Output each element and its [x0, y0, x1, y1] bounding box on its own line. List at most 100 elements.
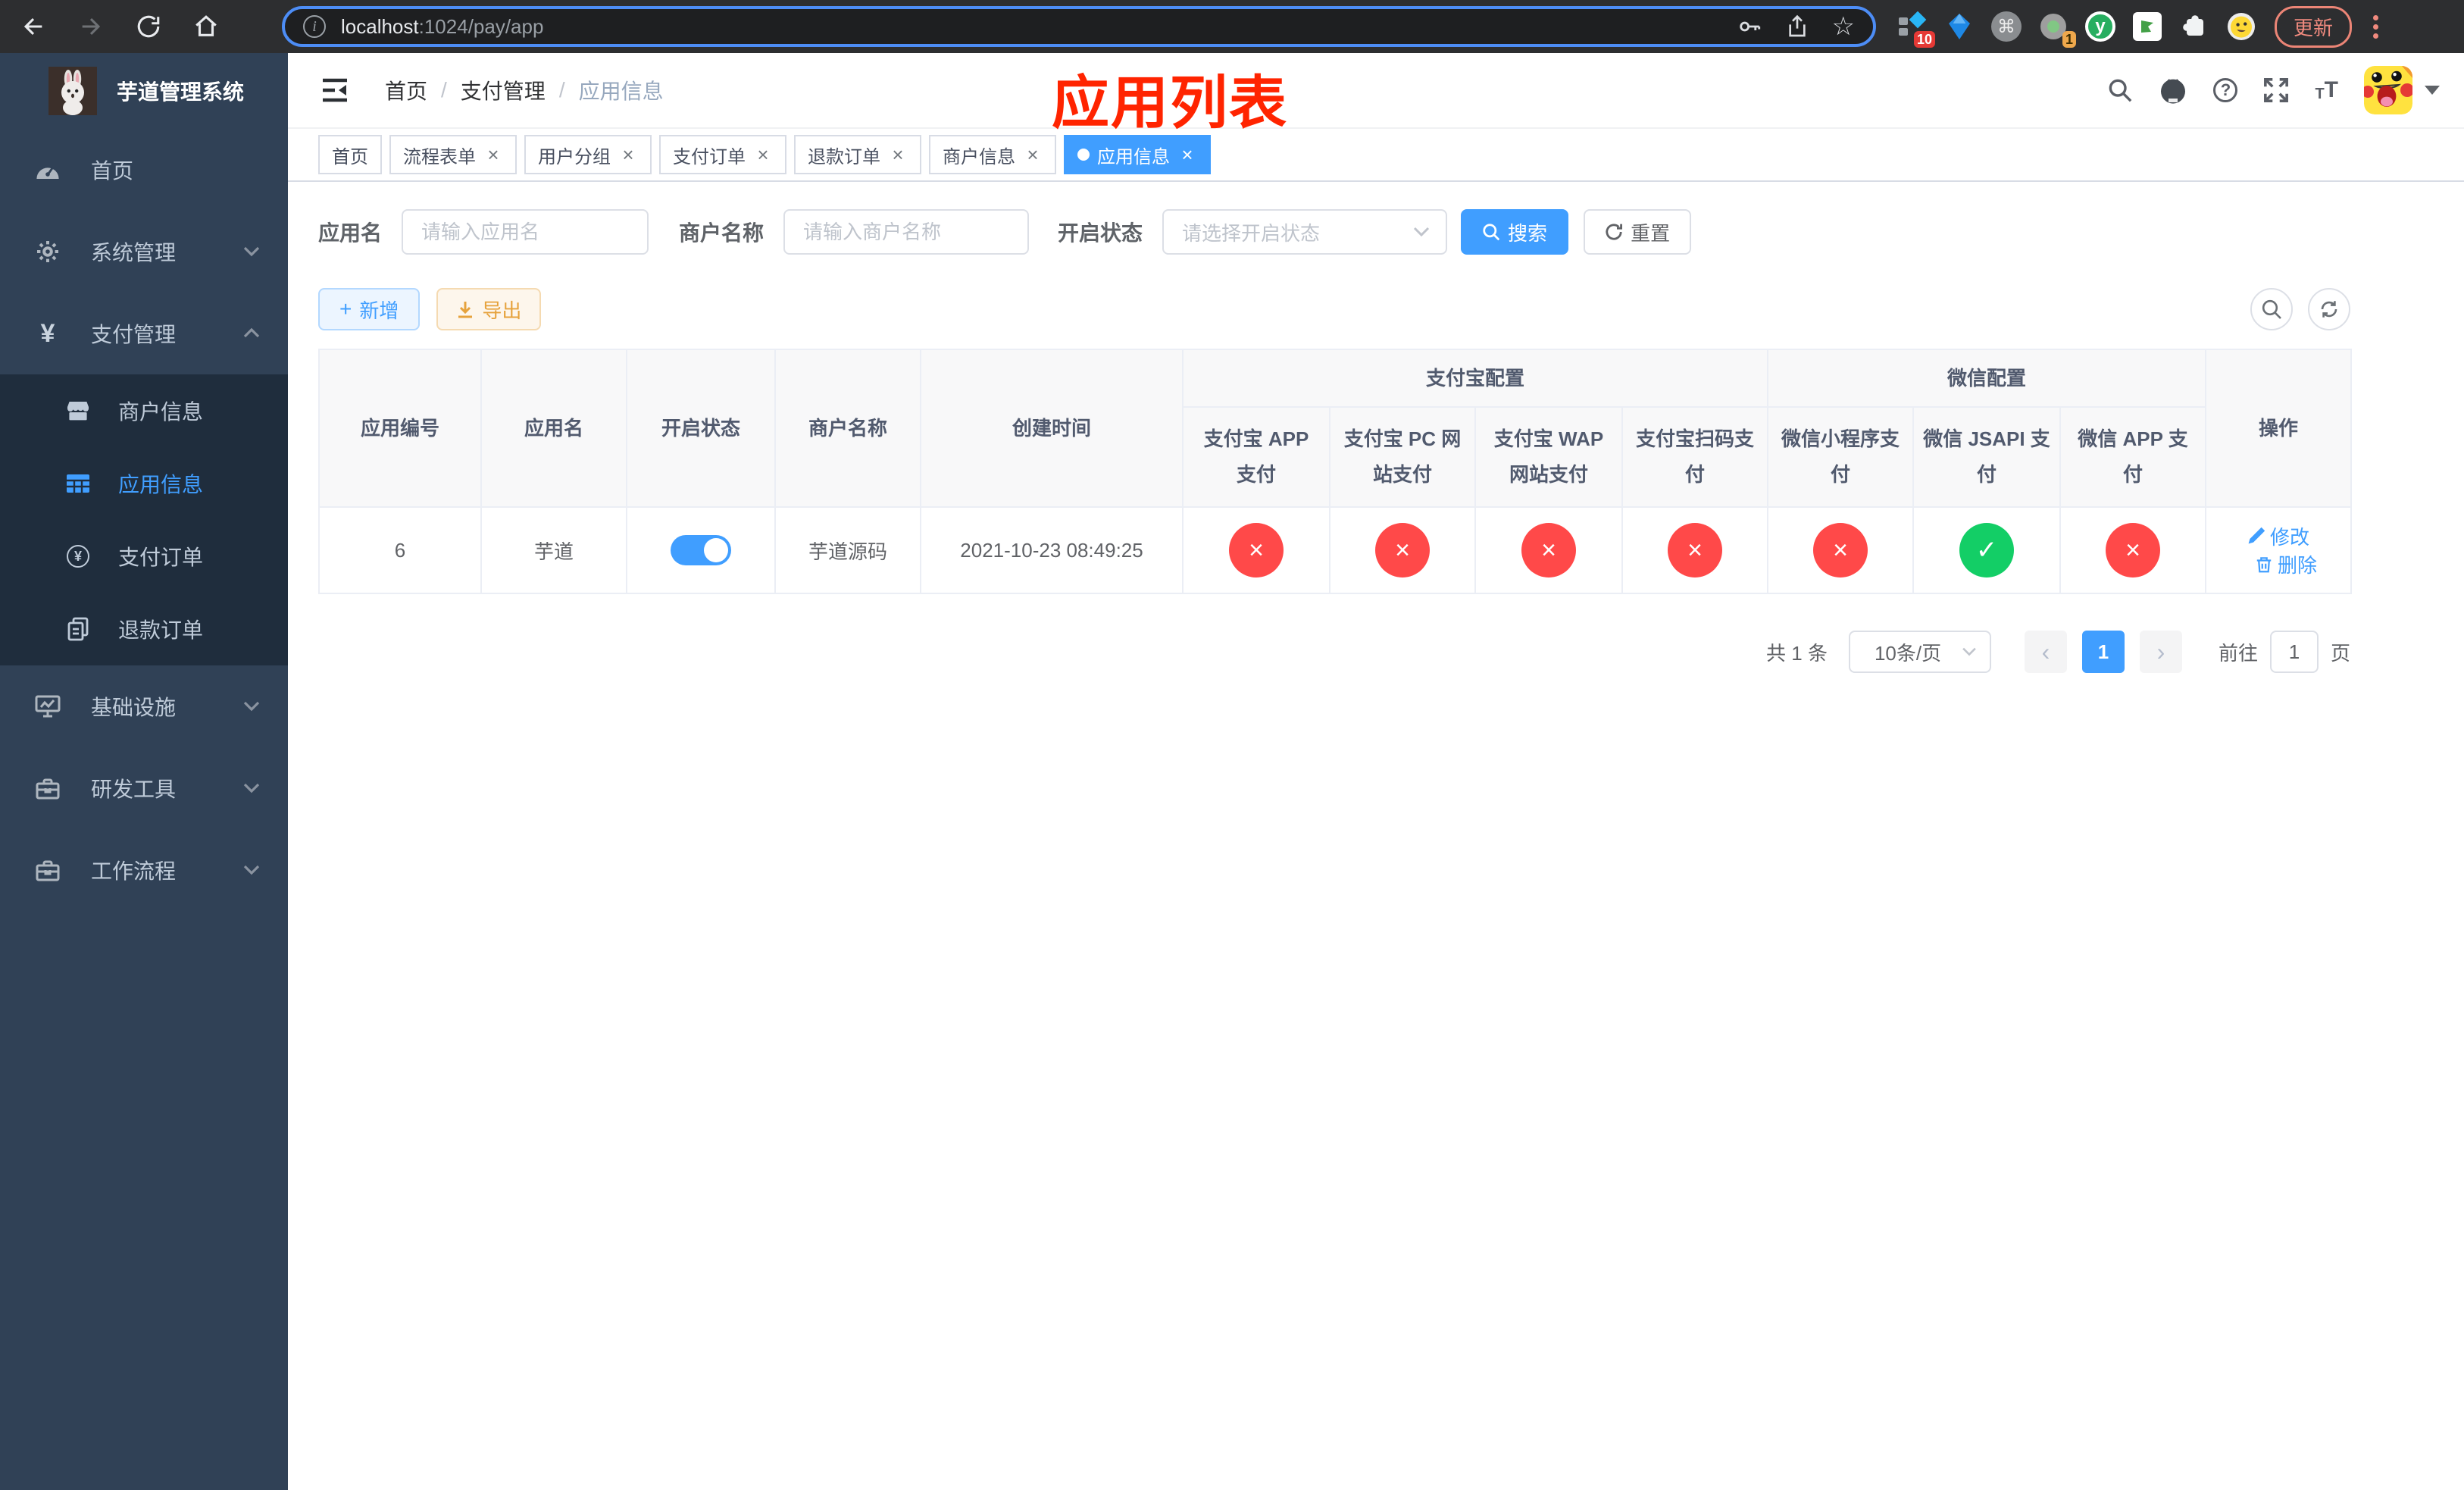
- close-icon[interactable]: ×: [1177, 145, 1197, 164]
- sidebar-item-infrastructure[interactable]: 基础设施: [0, 665, 288, 747]
- app-name-input[interactable]: [402, 209, 649, 255]
- home-icon[interactable]: [185, 5, 227, 48]
- bookmark-star-icon[interactable]: ☆: [1832, 11, 1855, 42]
- page-unit-label: 页: [2330, 641, 2350, 665]
- add-button[interactable]: + 新增: [318, 288, 421, 330]
- extension-command-icon[interactable]: ⌘: [1991, 11, 2022, 42]
- search-button[interactable]: 搜索: [1461, 209, 1569, 255]
- close-icon[interactable]: ×: [618, 145, 638, 164]
- extension-gem-icon[interactable]: [1944, 11, 1975, 42]
- status-circle-wechat-mini: ×: [1813, 523, 1868, 578]
- chevron-down-icon: [242, 246, 261, 258]
- extensions-area: 10 ⌘ 1 y: [1897, 11, 2256, 48]
- breadcrumb: 首页 / 支付管理 / 应用信息: [385, 75, 664, 105]
- font-size-icon[interactable]: TT: [2315, 77, 2338, 103]
- user-avatar[interactable]: [2364, 66, 2440, 114]
- payment-submenu: 商户信息 应用信息 ¥ 支付订单 退款订单: [0, 374, 288, 665]
- delete-link[interactable]: 删除: [2255, 550, 2317, 578]
- reload-icon[interactable]: [127, 5, 170, 48]
- url-text: localhost:1024/pay/app: [341, 14, 544, 38]
- tab-user-group[interactable]: 用户分组 ×: [524, 135, 652, 174]
- status-circle-alipay-app: ×: [1229, 523, 1284, 578]
- reset-button[interactable]: 重置: [1584, 209, 1692, 255]
- col-actions: 操作: [2205, 349, 2353, 508]
- top-navbar: 首页 / 支付管理 / 应用信息 ? T T: [288, 53, 2464, 129]
- col-wechat-jsapi: 微信 JSAPI 支付: [1912, 406, 2062, 508]
- password-key-icon[interactable]: [1737, 14, 1762, 39]
- goto-page-input[interactable]: [2269, 631, 2319, 673]
- avatar-image: [2364, 66, 2412, 114]
- sidebar-item-app-info[interactable]: 应用信息: [0, 447, 288, 520]
- col-alipay-wap: 支付宝 WAP 网站支付: [1474, 406, 1623, 508]
- tab-merchant-info[interactable]: 商户信息 ×: [929, 135, 1056, 174]
- site-info-icon[interactable]: i: [303, 15, 326, 38]
- col-group-wechat: 微信配置: [1767, 349, 2207, 408]
- share-icon[interactable]: [1785, 14, 1809, 39]
- refresh-table-button[interactable]: [2308, 288, 2350, 330]
- page-title-annotation: 应用列表: [1052, 71, 1288, 136]
- tab-app-info-active[interactable]: 应用信息 ×: [1064, 135, 1211, 174]
- chevron-down-icon: [1962, 647, 1976, 656]
- sidebar-item-merchant-info[interactable]: 商户信息: [0, 374, 288, 447]
- forward-icon[interactable]: [70, 5, 112, 48]
- sidebar-item-home[interactable]: 首页: [0, 129, 288, 211]
- trash-icon: [2256, 556, 2272, 572]
- extension-y-icon[interactable]: y: [2085, 11, 2115, 42]
- search-icon: [2262, 299, 2281, 319]
- logo-rabbit-image: [48, 67, 97, 115]
- goto-label: 前往: [2218, 641, 2258, 665]
- row-status-switch[interactable]: [671, 535, 731, 565]
- tab-pay-orders[interactable]: 支付订单 ×: [659, 135, 786, 174]
- export-button[interactable]: 导出: [436, 288, 542, 330]
- col-app-name: 应用名: [480, 349, 627, 508]
- sidebar-item-workflow[interactable]: 工作流程: [0, 829, 288, 911]
- close-icon[interactable]: ×: [888, 145, 908, 164]
- open-status-select[interactable]: 请选择开启状态: [1162, 209, 1448, 255]
- plus-icon: +: [339, 297, 352, 321]
- merchant-name-input[interactable]: [783, 209, 1030, 255]
- extension-recorder-icon[interactable]: 1: [2038, 11, 2076, 48]
- browser-toolbar: i localhost:1024/pay/app ☆ 10 ⌘ 1 y 更新: [0, 0, 2464, 53]
- cell-app-id: 6: [318, 506, 482, 594]
- fullscreen-icon[interactable]: [2263, 77, 2289, 103]
- breadcrumb-home[interactable]: 首页: [385, 75, 427, 105]
- close-icon[interactable]: ×: [483, 145, 503, 164]
- tab-home[interactable]: 首页: [318, 135, 382, 174]
- toggle-search-button[interactable]: [2250, 288, 2293, 330]
- filter-form: 应用名 商户名称 开启状态 请选择开启状态 搜索 重置: [318, 209, 2350, 255]
- extension-notes-icon[interactable]: [2132, 11, 2162, 42]
- chevron-down-icon: [242, 864, 261, 876]
- col-app-id: 应用编号: [318, 349, 482, 508]
- toolbox-icon: [35, 777, 61, 800]
- chrome-update-button[interactable]: 更新: [2275, 5, 2353, 48]
- github-icon[interactable]: [2159, 77, 2187, 104]
- breadcrumb-payment[interactable]: 支付管理: [461, 75, 546, 105]
- prev-page-button[interactable]: ‹: [2024, 631, 2067, 673]
- status-circle-alipay-wap: ×: [1521, 523, 1576, 578]
- sidebar-item-refund-orders[interactable]: 退款订单: [0, 593, 288, 665]
- header-search-icon[interactable]: [2107, 77, 2133, 103]
- download-icon: [458, 302, 473, 318]
- close-icon[interactable]: ×: [753, 145, 773, 164]
- browser-menu-icon[interactable]: [2367, 9, 2384, 45]
- sidebar-collapse-icon[interactable]: [315, 71, 355, 109]
- next-page-button[interactable]: ›: [2139, 631, 2182, 673]
- sidebar-logo[interactable]: 芋道管理系统: [0, 53, 288, 129]
- page-size-select[interactable]: 10条/页: [1848, 631, 1991, 673]
- help-icon[interactable]: ?: [2213, 78, 2238, 102]
- back-icon[interactable]: [12, 5, 55, 48]
- edit-link[interactable]: 修改: [2247, 522, 2309, 550]
- sidebar-item-payment[interactable]: ¥ 支付管理: [0, 293, 288, 374]
- page-number-1[interactable]: 1: [2081, 631, 2125, 673]
- extension-diamond-icon[interactable]: 10: [1897, 11, 1935, 48]
- address-bar[interactable]: i localhost:1024/pay/app ☆: [282, 6, 1876, 47]
- sidebar-item-dev-tools[interactable]: 研发工具: [0, 747, 288, 829]
- tab-refund-orders[interactable]: 退款订单 ×: [794, 135, 921, 174]
- close-icon[interactable]: ×: [1023, 145, 1043, 164]
- table-row: 6 芋道 芋道源码 2021-10-23 08:49:25 × × × × × …: [318, 506, 2353, 594]
- profile-avatar-icon[interactable]: [2226, 11, 2256, 42]
- sidebar-item-pay-orders[interactable]: ¥ 支付订单: [0, 520, 288, 593]
- sidebar-item-system[interactable]: 系统管理: [0, 211, 288, 293]
- extensions-puzzle-icon[interactable]: [2179, 11, 2209, 42]
- tab-process-form[interactable]: 流程表单 ×: [389, 135, 517, 174]
